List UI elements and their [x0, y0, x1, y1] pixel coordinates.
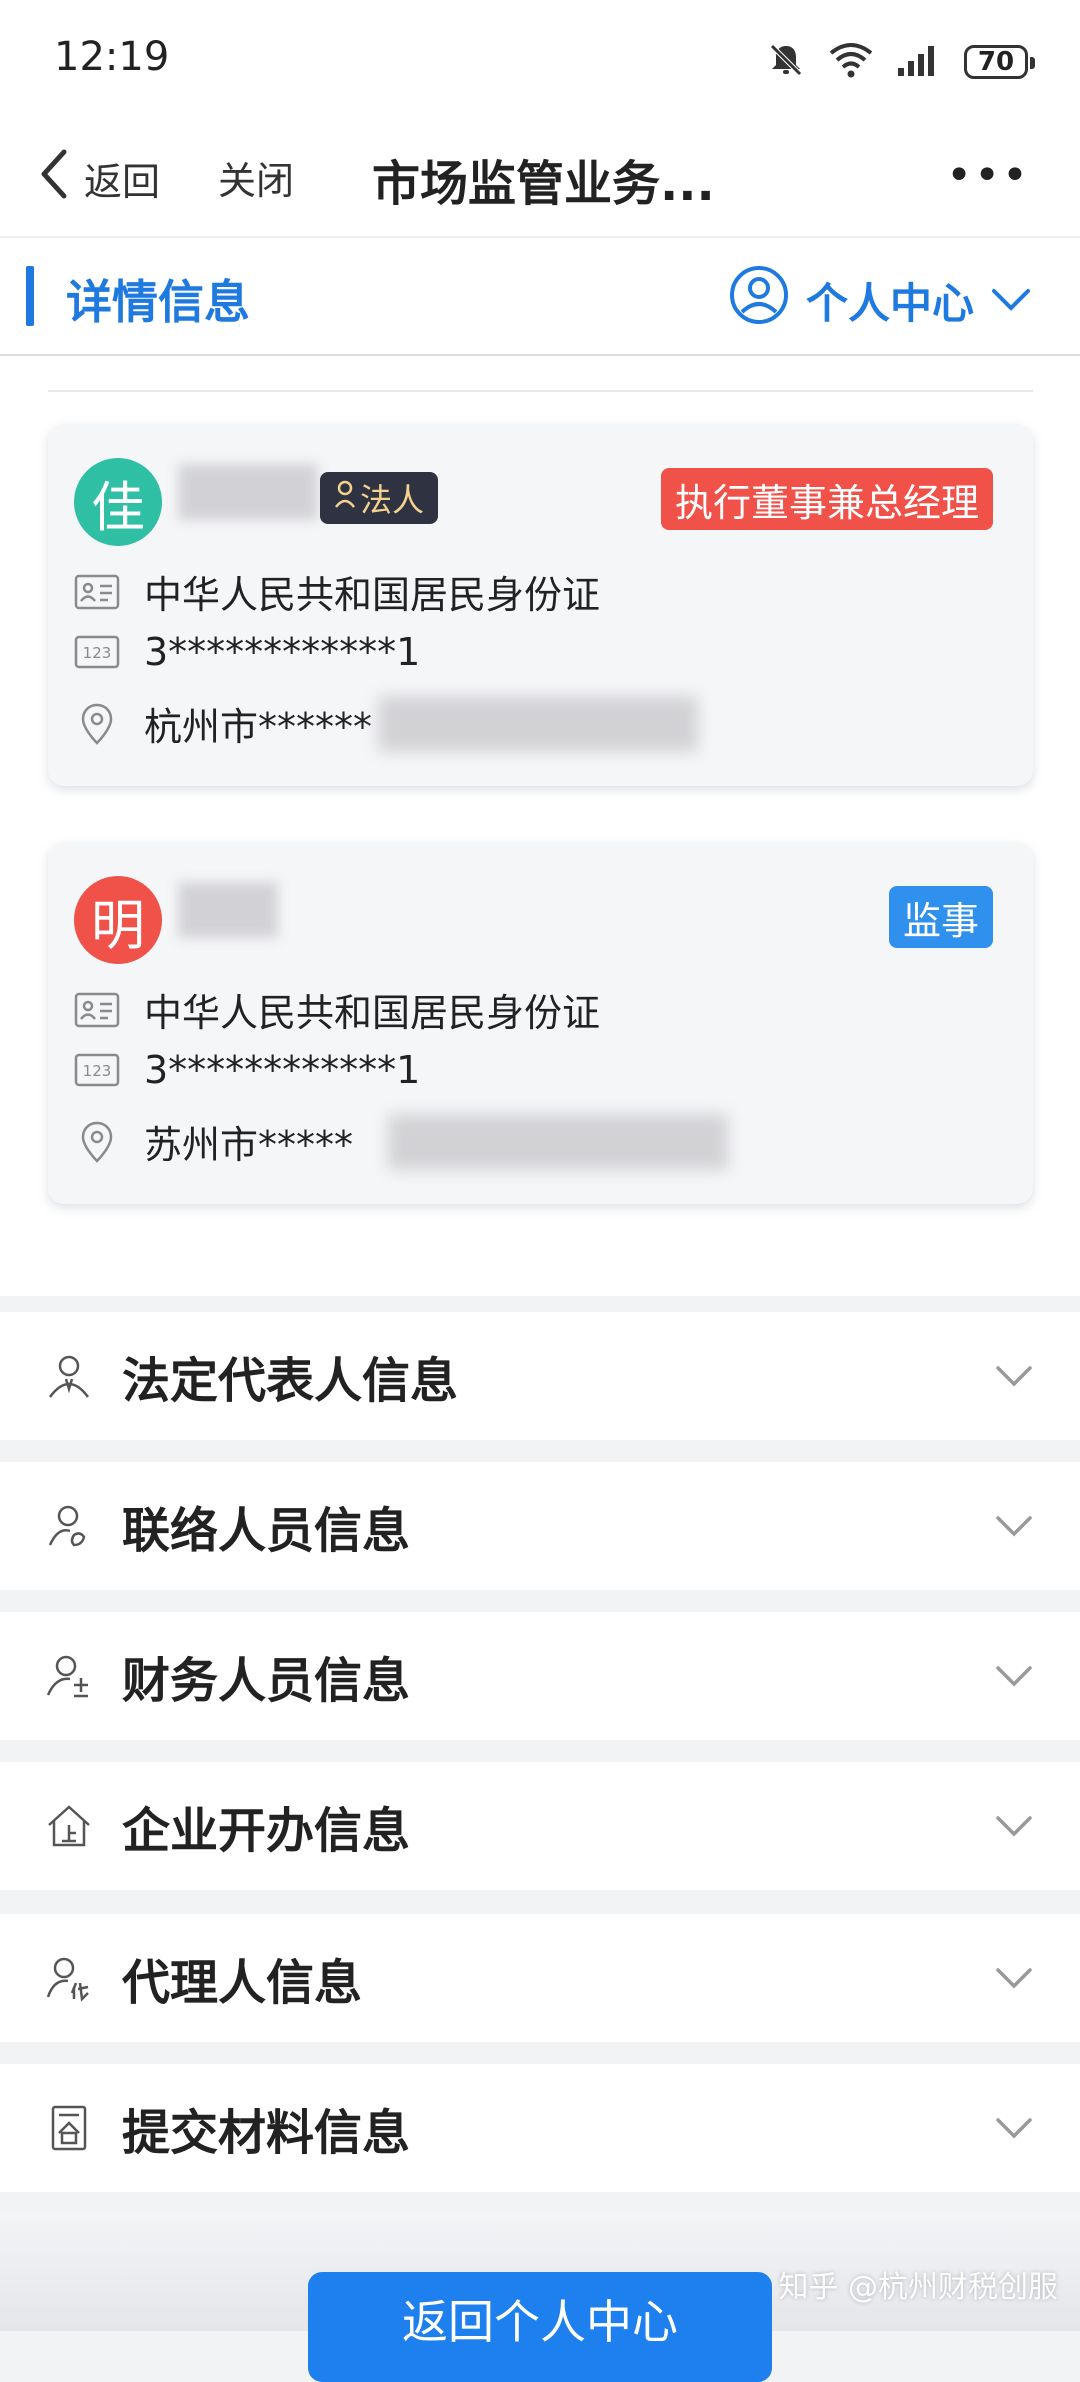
- address-text: 苏州市*****: [144, 1123, 354, 1167]
- legal-person-tag: 法人: [320, 472, 439, 524]
- return-personal-center-button[interactable]: 返回个人中心: [308, 2272, 772, 2382]
- personal-center-label: 个人中心: [805, 278, 974, 328]
- chevron-down-icon: [994, 2108, 1034, 2148]
- section-label: 提交材料信息: [122, 2105, 411, 2161]
- id-type-row: 中华人民共和国居民身份证: [74, 982, 600, 1037]
- detail-tab-bar: 详情信息 个人中心: [0, 238, 1080, 356]
- page-title: 市场监管业务...: [372, 156, 715, 212]
- back-label: 返回: [84, 160, 161, 204]
- document-icon: [44, 2103, 94, 2153]
- watermark: 知乎 @杭州财税创服: [778, 2270, 1058, 2305]
- chevron-down-icon: [994, 1958, 1034, 1998]
- status-icons: 70: [766, 40, 1035, 84]
- chevron-left-icon: [36, 148, 70, 209]
- section-submitted-materials[interactable]: 提交材料信息: [0, 2064, 1080, 2192]
- section-finance-person[interactable]: 财务人员信息: [0, 1612, 1080, 1740]
- address-row: 杭州市******: [74, 696, 372, 751]
- section-contact-person[interactable]: 联络人员信息: [0, 1462, 1080, 1590]
- location-pin-icon: [74, 703, 120, 745]
- chevron-down-icon: [994, 1356, 1034, 1396]
- signal-icon: [896, 42, 942, 82]
- blurred-name: [178, 882, 278, 938]
- back-button[interactable]: 返回: [36, 148, 160, 209]
- contact-person-icon: [44, 1501, 94, 1551]
- chevron-down-icon: [994, 1656, 1034, 1696]
- chevron-down-icon: [994, 1806, 1034, 1846]
- avatar: 佳: [74, 458, 162, 546]
- section-legal-rep[interactable]: 法定代表人信息: [0, 1312, 1080, 1440]
- avatar: 明: [74, 876, 162, 964]
- person-card[interactable]: 佳 法人 执行董事兼总经理 中华人民共和国居民身份证 123 3********…: [48, 424, 1033, 786]
- location-pin-icon: [74, 1121, 120, 1163]
- close-button[interactable]: 关闭: [218, 150, 294, 205]
- section-label: 联络人员信息: [122, 1503, 411, 1559]
- role-badge: 执行董事兼总经理: [660, 468, 993, 530]
- status-bar: 12:19 70: [0, 0, 1080, 120]
- chevron-down-icon: [994, 1506, 1034, 1546]
- section-label: 企业开办信息: [122, 1803, 411, 1859]
- id-number-row: 123 3************1: [74, 630, 420, 674]
- user-circle-icon: [728, 264, 790, 336]
- divider: [48, 390, 1033, 392]
- finance-person-icon: [44, 1651, 94, 1701]
- address-row: 苏州市*****: [74, 1114, 353, 1169]
- svg-text:123: 123: [83, 1062, 112, 1080]
- section-label: 代理人信息: [122, 1955, 363, 2011]
- wifi-icon: [828, 41, 874, 83]
- number-123-icon: 123: [74, 633, 120, 671]
- id-number-row: 123 3************1: [74, 1048, 420, 1092]
- detail-info-title: 详情信息: [66, 275, 250, 329]
- legal-rep-icon: [44, 1351, 94, 1401]
- battery-indicator: 70: [964, 45, 1035, 79]
- section-label: 法定代表人信息: [122, 1353, 459, 1409]
- tab-accent-bar: [26, 266, 34, 326]
- number-123-icon: 123: [74, 1051, 120, 1089]
- section-label: 财务人员信息: [122, 1653, 411, 1709]
- mute-bell-icon: [766, 40, 806, 84]
- svg-text:123: 123: [83, 644, 112, 662]
- chevron-down-icon: [990, 276, 1032, 325]
- id-card-icon: [74, 991, 120, 1029]
- id-type-text: 中华人民共和国居民身份证: [144, 573, 601, 617]
- id-number-text: 3************1: [144, 1048, 421, 1092]
- blurred-name: [178, 464, 318, 520]
- section-agent[interactable]: 代理人信息: [0, 1914, 1080, 2042]
- id-card-icon: [74, 573, 120, 611]
- role-badge: 监事: [888, 886, 993, 948]
- personal-center-dropdown[interactable]: 个人中心: [728, 264, 1032, 336]
- id-type-text: 中华人民共和国居民身份证: [144, 991, 601, 1035]
- blurred-address: [378, 696, 698, 752]
- more-menu-button[interactable]: •••: [946, 150, 1030, 201]
- section-enterprise-setup[interactable]: 企业开办信息: [0, 1762, 1080, 1890]
- blurred-address: [388, 1114, 728, 1170]
- agent-icon: [44, 1953, 94, 2003]
- id-number-text: 3************1: [144, 630, 421, 674]
- enterprise-icon: [44, 1801, 94, 1851]
- person-card[interactable]: 明 监事 中华人民共和国居民身份证 123 3************1 苏州市…: [48, 842, 1033, 1204]
- address-text: 杭州市******: [144, 705, 373, 749]
- person-icon: [334, 479, 356, 517]
- nav-bar: 返回 关闭 市场监管业务... •••: [0, 120, 1080, 238]
- status-time: 12:19: [54, 34, 170, 80]
- legal-person-label: 法人: [360, 481, 425, 519]
- id-type-row: 中华人民共和国居民身份证: [74, 564, 600, 619]
